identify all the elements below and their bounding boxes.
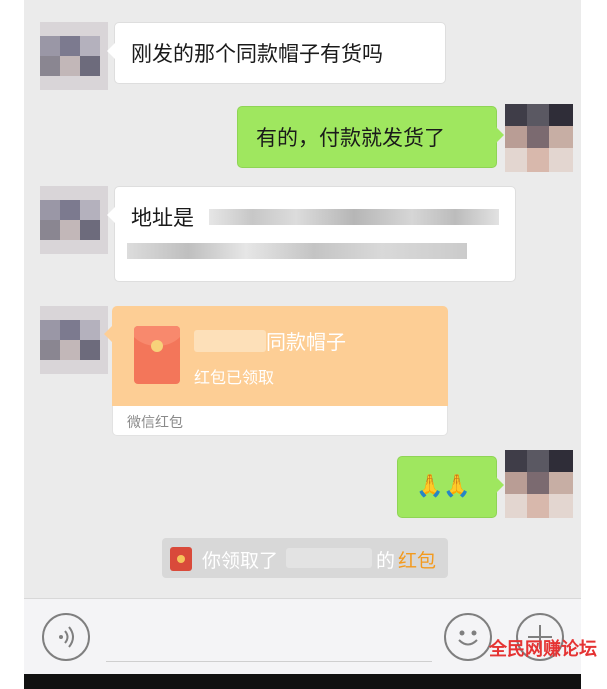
red-packet-card[interactable]: 同款帽子 红包已领取 微信红包 [104,306,448,436]
emoji-icon [458,630,478,646]
red-packet-title: 同款帽子 [266,330,346,354]
red-packet-link[interactable]: 红包 [398,546,436,573]
site-watermark: 全民网赚论坛 [489,639,597,660]
voice-button[interactable] [42,613,90,661]
my-avatar[interactable] [505,104,573,172]
message-bubble-received[interactable]: 刚发的那个同款帽子有货吗 [107,22,446,84]
system-notice-prefix: 你领取了 [202,550,279,572]
contact-avatar[interactable] [40,186,108,254]
message-bubble-received[interactable]: 地址是 [107,186,516,282]
system-notice: 你领取了 的 红包 [162,538,448,578]
emoji-button[interactable] [444,613,492,661]
message-text: 有的，付款就发货了 [256,126,445,150]
chat-screen: 刚发的那个同款帽子有货吗 有的，付款就发货了 地址是 同款帽子 红包已领取 微信… [24,0,581,689]
message-bubble-sent[interactable]: 有的，付款就发货了 [237,106,504,168]
message-text: 刚发的那个同款帽子有货吗 [131,42,383,66]
message-text: 地址是 [131,206,194,230]
redacted-address [209,209,499,225]
system-nav-bar [24,674,581,689]
message-bubble-sent[interactable]: 🙏🙏 [397,456,504,518]
voice-icon [59,626,74,648]
redacted-sender [194,330,266,352]
red-packet-footer-label: 微信红包 [127,415,183,431]
message-input[interactable] [106,661,432,662]
system-notice-middle: 的 [376,550,396,572]
red-packet-footer: 微信红包 [112,406,448,436]
red-packet-body: 同款帽子 红包已领取 [112,306,448,406]
pray-emoji-icon: 🙏🙏 [416,474,471,499]
red-packet-status: 红包已领取 [194,368,275,387]
my-avatar[interactable] [505,450,573,518]
contact-avatar[interactable] [40,306,108,374]
red-envelope-icon [134,326,180,384]
redacted-sender [286,548,372,568]
redacted-address [127,243,467,259]
contact-avatar[interactable] [40,22,108,90]
red-envelope-icon [170,547,192,571]
